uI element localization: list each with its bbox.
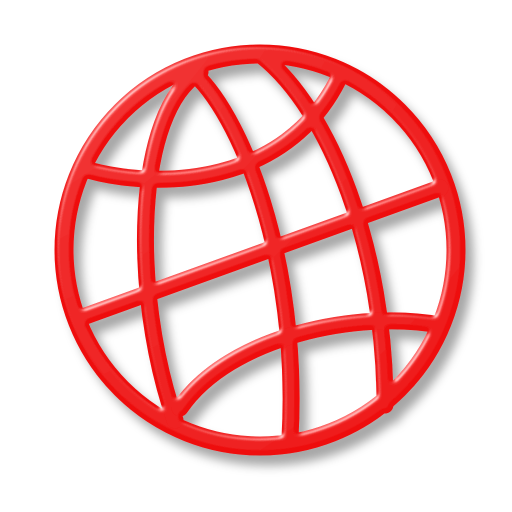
- globe-icon: [54, 44, 466, 456]
- icon-canvas: [0, 0, 512, 512]
- globe-meridian-left: [137, 63, 209, 429]
- globe-graphic: [54, 44, 466, 456]
